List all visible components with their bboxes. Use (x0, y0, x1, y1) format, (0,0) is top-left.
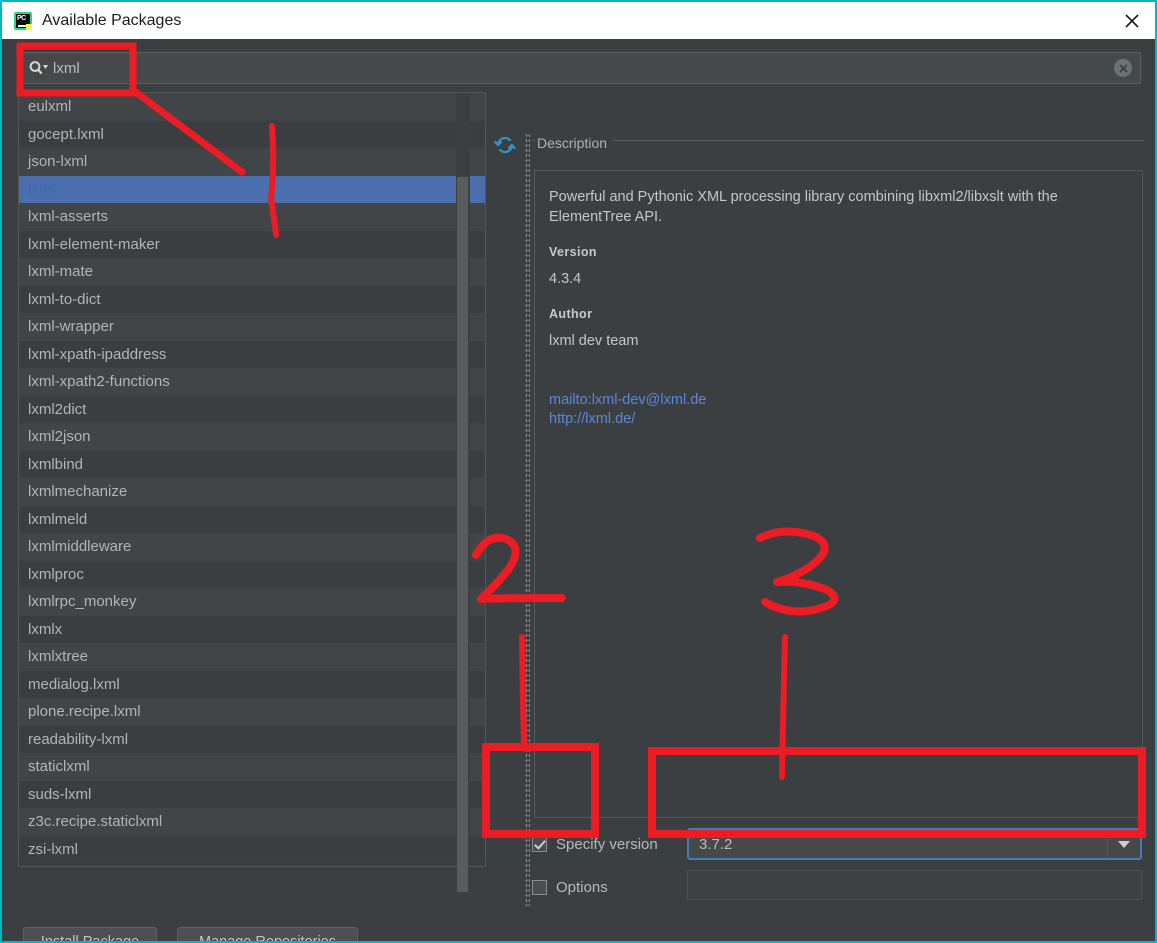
version-value: 4.3.4 (549, 271, 582, 287)
list-item[interactable]: lxmlxtree (19, 643, 485, 671)
manage-repositories-button[interactable]: Manage Repositories (177, 927, 358, 943)
clear-icon[interactable] (1114, 59, 1132, 77)
author-label: Author (549, 307, 593, 321)
version-label: Version (549, 245, 597, 259)
panel-splitter[interactable] (525, 133, 530, 906)
package-links: mailto:lxml-dev@lxml.de http://lxml.de/ (549, 391, 1128, 429)
list-item[interactable]: lxml-asserts (19, 203, 485, 231)
toolbar-strip (487, 92, 523, 867)
description-content: Powerful and Pythonic XML processing lib… (534, 170, 1143, 818)
list-item[interactable]: lxml-xpath2-functions (19, 368, 485, 396)
list-item[interactable]: readability-lxml (19, 725, 485, 753)
description-separator (532, 140, 1144, 141)
list-item[interactable]: lxmlx (19, 615, 485, 643)
list-item[interactable]: lxml-to-dict (19, 285, 485, 313)
version-select[interactable]: 3.7.2 (687, 828, 1142, 860)
list-item[interactable]: json-lxml (19, 148, 485, 176)
package-list-scrollbar-thumb[interactable] (457, 177, 468, 892)
close-icon[interactable] (1109, 2, 1155, 39)
list-item[interactable]: suds-lxml (19, 780, 485, 808)
homepage-link[interactable]: http://lxml.de/ (549, 410, 1128, 429)
list-item[interactable]: lxml (19, 175, 485, 203)
list-item[interactable]: lxml2json (19, 423, 485, 451)
list-item[interactable]: staticlxml (19, 753, 485, 781)
title-bar: PC Available Packages (2, 2, 1155, 39)
specify-version-label: Specify version (556, 835, 658, 853)
dialog-body: lxml eulxml gocept.lxml json-lxml lxml lxml-… (4, 39, 1155, 943)
options-checkbox[interactable] (532, 879, 547, 895)
specify-version-checkbox[interactable] (532, 836, 547, 852)
triangle-down-icon[interactable] (1107, 830, 1140, 858)
options-label: Options (556, 878, 608, 896)
install-package-button[interactable]: Install Package (23, 927, 157, 943)
install-label: nstall Package (44, 934, 140, 943)
list-item[interactable]: eulxml (19, 93, 485, 121)
list-item[interactable]: lxmlmeld (19, 505, 485, 533)
list-item[interactable]: lxml-element-maker (19, 230, 485, 258)
list-item[interactable]: lxml-xpath-ipaddress (19, 340, 485, 368)
options-row: Options (532, 869, 1144, 905)
description-section-label: Description (535, 135, 614, 151)
list-item[interactable]: lxmlproc (19, 560, 485, 588)
list-item[interactable]: plone.recipe.lxml (19, 698, 485, 726)
list-item[interactable]: lxml-wrapper (19, 313, 485, 341)
refresh-icon[interactable] (493, 133, 517, 157)
list-item[interactable]: lxmlmiddleware (19, 533, 485, 561)
manage-mnemonic: M (198, 934, 212, 943)
page-title: Available Packages (42, 11, 182, 29)
search-icon (28, 60, 48, 76)
version-select-value: 3.7.2 (699, 835, 733, 853)
list-item[interactable]: lxml-mate (19, 258, 485, 286)
options-input[interactable] (687, 870, 1142, 900)
list-item[interactable]: gocept.lxml (19, 120, 485, 148)
search-input[interactable]: lxml (18, 52, 1141, 84)
list-item[interactable]: zsi-lxml (19, 835, 485, 863)
list-item[interactable]: z3c.recipe.staticlxml (19, 808, 485, 836)
specify-version-row: Specify version 3.7.2 (532, 825, 1144, 863)
list-item[interactable]: lxmlmechanize (19, 478, 485, 506)
package-list[interactable]: eulxml gocept.lxml json-lxml lxml lxml-asser… (18, 92, 486, 867)
list-item[interactable]: lxmlrpc_monkey (19, 588, 485, 616)
search-query-text: lxml (53, 59, 80, 77)
pycharm-icon: PC (14, 11, 32, 30)
package-summary: Powerful and Pythonic XML processing lib… (549, 189, 1058, 225)
author-value: lxml dev team (549, 333, 639, 349)
mailto-link[interactable]: mailto:lxml-dev@lxml.de (549, 391, 1128, 410)
available-packages-dialog: PC Available Packages lxml eulxml gocept… (0, 0, 1157, 943)
list-item[interactable]: lxmlbind (19, 450, 485, 478)
description-panel: Description Powerful and Pythonic XML pr… (532, 92, 1144, 818)
list-item[interactable]: medialog.lxml (19, 670, 485, 698)
manage-label: anage Repositories (211, 934, 337, 943)
list-item[interactable]: lxml2dict (19, 395, 485, 423)
